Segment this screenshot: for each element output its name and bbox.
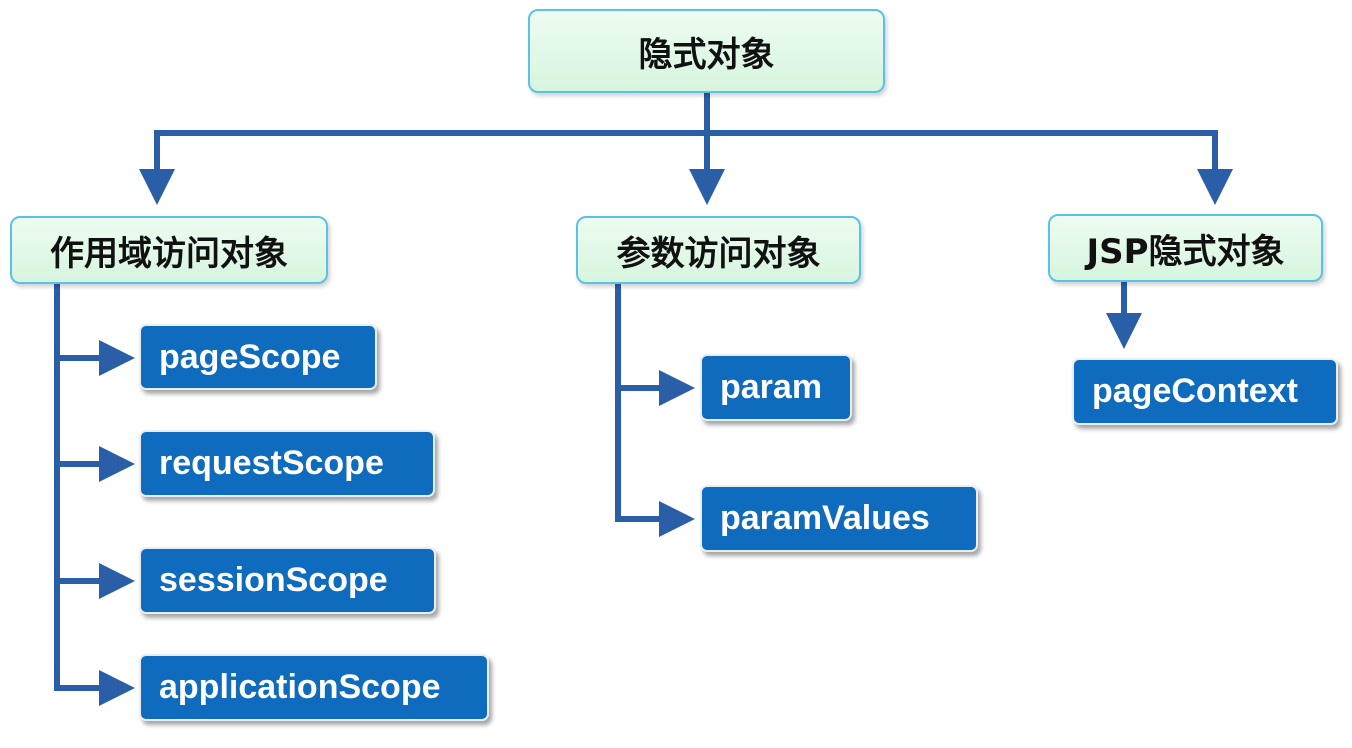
leaf-label: pageScope — [159, 337, 341, 376]
leaf-param: param — [700, 354, 852, 421]
category-label: JSP隐式对象 — [1086, 231, 1285, 272]
leaf-paramvalues: paramValues — [700, 485, 978, 552]
leaf-label: pageContext — [1092, 372, 1298, 410]
leaf-label: paramValues — [720, 499, 930, 537]
leaf-applicationscope: applicationScope — [139, 654, 489, 721]
category-scope-access: 作用域访问对象 — [10, 216, 328, 284]
category-label: 参数访问对象 — [616, 233, 821, 274]
root-label: 隐式对象 — [638, 34, 775, 75]
diagram-canvas: 隐式对象 作用域访问对象 参数访问对象 JSP隐式对象 pageScope re… — [0, 0, 1352, 748]
leaf-pagescope: pageScope — [139, 324, 377, 390]
leaf-requestscope: requestScope — [139, 430, 435, 497]
leaf-label: requestScope — [159, 444, 384, 482]
root-node: 隐式对象 — [528, 9, 885, 93]
leaf-label: applicationScope — [159, 668, 441, 706]
leaf-sessionscope: sessionScope — [139, 547, 436, 614]
category-param-access: 参数访问对象 — [576, 216, 861, 284]
category-label: 作用域访问对象 — [50, 233, 288, 274]
leaf-pagecontext: pageContext — [1072, 358, 1338, 425]
category-jsp-implicit: JSP隐式对象 — [1048, 214, 1323, 282]
leaf-label: sessionScope — [159, 561, 388, 599]
leaf-label: param — [720, 368, 823, 406]
